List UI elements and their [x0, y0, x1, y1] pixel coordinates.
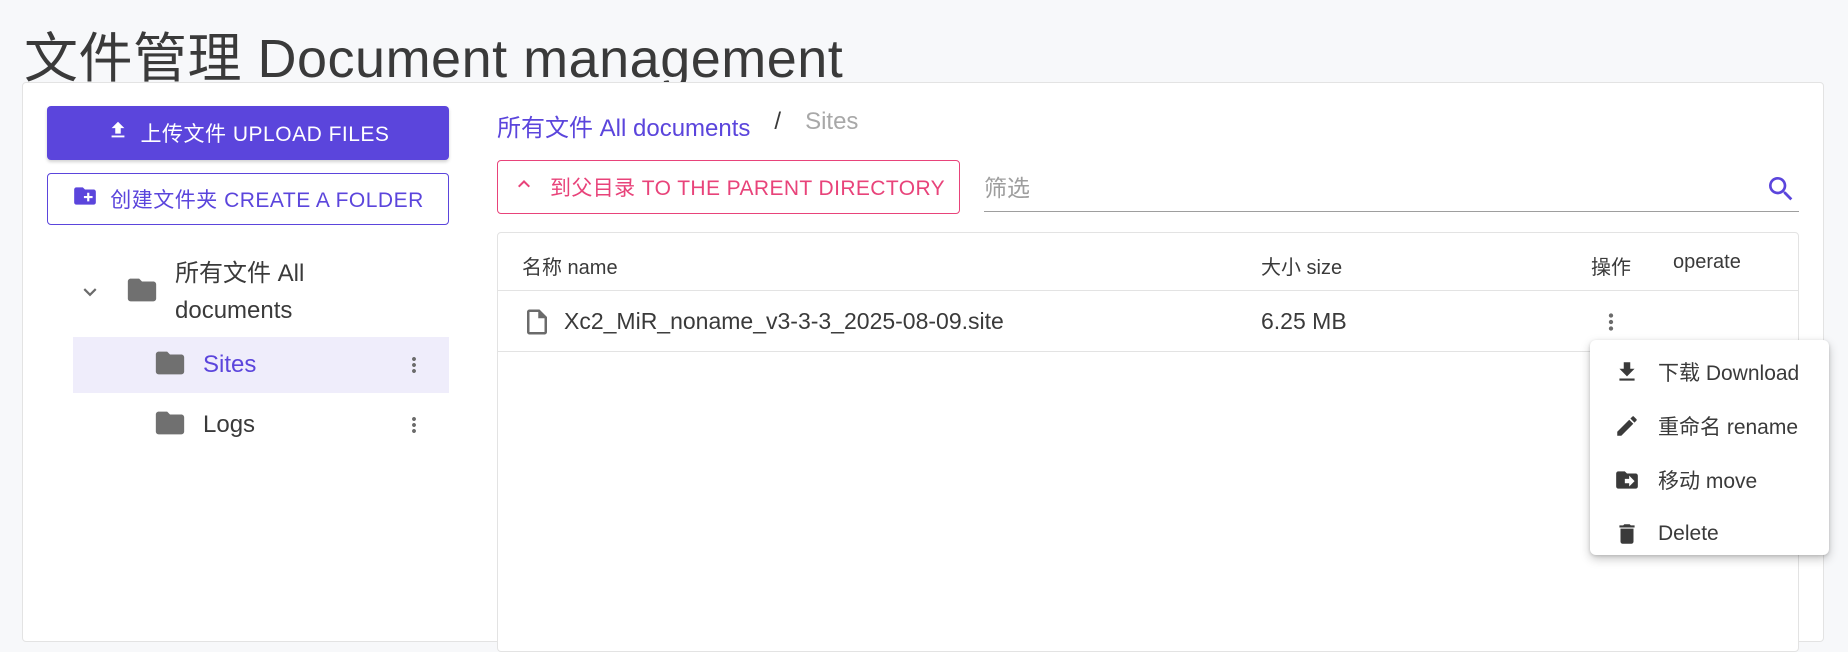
download-icon	[1614, 359, 1640, 385]
breadcrumb-root-link[interactable]: 所有文件 All documents	[497, 108, 750, 143]
tree-root-all-documents[interactable]: 所有文件 All documents	[73, 254, 449, 330]
menu-item-rename[interactable]: 重命名 rename	[1590, 399, 1829, 453]
pencil-icon	[1614, 413, 1640, 439]
trash-icon	[1614, 521, 1640, 547]
breadcrumb: 所有文件 All documents / Sites	[497, 108, 858, 143]
folder-move-icon	[1614, 466, 1640, 494]
create-folder-label: 创建文件夹 CREATE A FOLDER	[110, 189, 424, 212]
column-header-name: 名称 name	[522, 257, 618, 279]
chevron-down-icon[interactable]	[75, 279, 105, 305]
breadcrumb-separator: /	[774, 108, 782, 135]
menu-item-move[interactable]: 移动 move	[1590, 453, 1829, 507]
tree-item-logs[interactable]: Logs	[73, 397, 449, 453]
menu-item-label: 下载 Download	[1658, 362, 1800, 385]
chevron-up-icon	[512, 172, 536, 202]
row-context-menu: 下载 Download 重命名 rename 移动 move Delete	[1590, 340, 1829, 555]
tree-root-label: 所有文件 All documents	[175, 260, 305, 324]
file-size: 6.25 MB	[1261, 308, 1347, 334]
parent-directory-button[interactable]: 到父目录 TO THE PARENT DIRECTORY	[497, 160, 960, 214]
search-icon[interactable]	[1765, 173, 1797, 205]
column-header-size: 大小 size	[1261, 257, 1343, 279]
folder-icon	[125, 273, 159, 312]
parent-directory-label: 到父目录 TO THE PARENT DIRECTORY	[549, 177, 946, 200]
tree-item-label: Sites	[203, 351, 257, 378]
upload-icon	[107, 119, 129, 147]
column-header-operate-en: operate	[1673, 251, 1741, 273]
column-header-operate-cn: 操作	[1591, 257, 1631, 279]
upload-files-label: 上传文件 UPLOAD FILES	[140, 123, 390, 146]
tree-item-label: Logs	[203, 411, 256, 438]
folder-icon	[153, 346, 187, 385]
filter-field	[984, 166, 1799, 212]
menu-item-label: Delete	[1658, 522, 1719, 545]
more-vertical-icon[interactable]	[399, 353, 429, 377]
filter-input[interactable]	[984, 175, 1765, 202]
more-vertical-icon[interactable]	[399, 413, 429, 437]
folder-plus-icon	[72, 183, 98, 215]
menu-item-label: 重命名 rename	[1658, 416, 1799, 439]
file-icon	[522, 291, 552, 352]
menu-item-delete[interactable]: Delete	[1590, 507, 1829, 561]
folder-icon	[153, 406, 187, 445]
file-name[interactable]: Xc2_MiR_noname_v3-3-3_2025-08-09.site	[564, 291, 1004, 352]
breadcrumb-current: Sites	[805, 108, 859, 135]
create-folder-button[interactable]: 创建文件夹 CREATE A FOLDER	[47, 173, 449, 225]
menu-item-download[interactable]: 下载 Download	[1590, 345, 1829, 399]
tree-item-sites[interactable]: Sites	[73, 337, 449, 393]
menu-item-label: 移动 move	[1658, 470, 1758, 493]
upload-files-button[interactable]: 上传文件 UPLOAD FILES	[47, 106, 449, 160]
table-header: 名称 name 大小 size 操作 operate	[498, 233, 1798, 291]
